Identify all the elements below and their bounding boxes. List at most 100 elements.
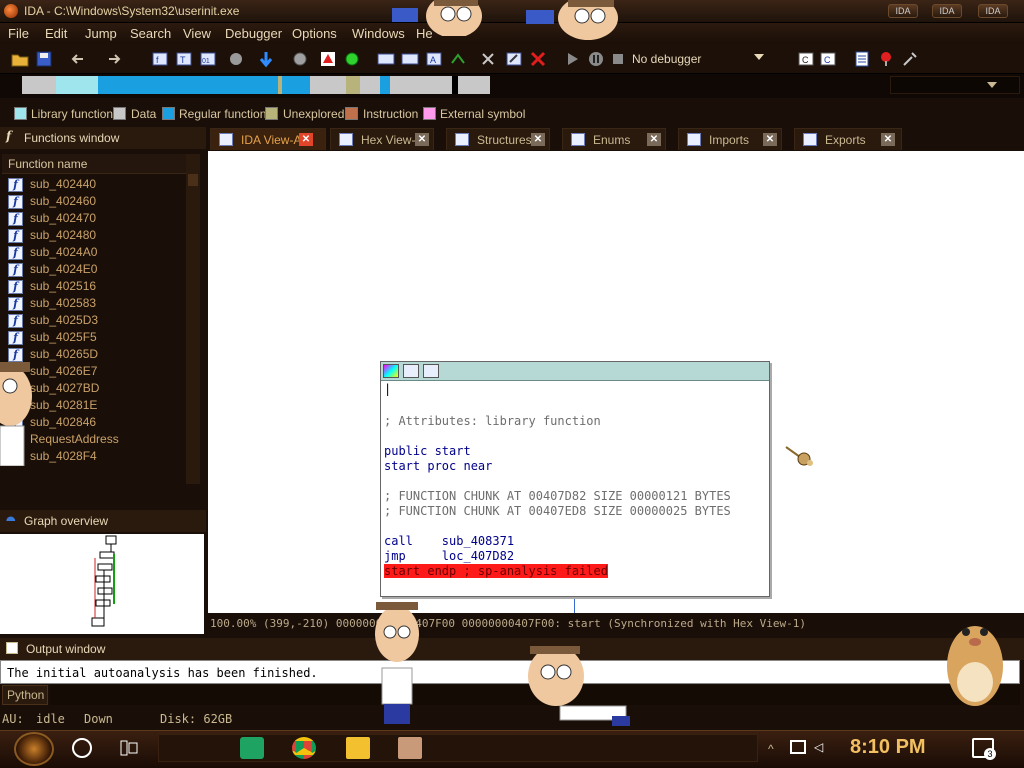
notepad-icon[interactable]	[852, 49, 872, 69]
close-icon[interactable]: ✕	[647, 133, 661, 146]
nav-segment-regular-2	[282, 76, 310, 94]
function-list-item[interactable]: f sub_402516	[6, 278, 186, 295]
open-file-icon[interactable]	[10, 49, 30, 69]
proc-directive[interactable]: start proc near	[384, 459, 492, 473]
pause-debug-icon[interactable]	[586, 49, 606, 69]
nav-segment-regular-3	[380, 76, 390, 94]
function-icon: f	[8, 280, 23, 294]
functions-scrollbar[interactable]	[186, 154, 200, 484]
menu-edit[interactable]: Edit	[45, 26, 67, 41]
menu-search[interactable]: Search	[130, 26, 171, 41]
hamster-pet	[940, 604, 1010, 708]
tray-overflow-icon[interactable]: ^	[768, 742, 778, 756]
back-arrow-icon[interactable]	[68, 49, 88, 69]
tools-icon[interactable]	[900, 49, 920, 69]
close-icon[interactable]: ✕	[881, 133, 895, 146]
call-instruction[interactable]: call sub_408371	[384, 534, 514, 548]
run-status-icon[interactable]	[342, 49, 362, 69]
clock[interactable]: 8:10 PM	[850, 736, 926, 759]
chevron-down-icon	[754, 54, 764, 60]
sheets-icon[interactable]	[240, 737, 264, 759]
tab-enums[interactable]: Enums ✕	[562, 128, 666, 150]
task-view-icon[interactable]	[120, 740, 138, 756]
detach-icon[interactable]: C	[818, 49, 838, 69]
tab-structures[interactable]: Structures ✕	[446, 128, 550, 150]
function-chunk-2: ; FUNCTION CHUNK AT 00407ED8 SIZE 000000…	[384, 504, 731, 518]
close-button[interactable]: IDA	[978, 4, 1008, 18]
menu-debugger[interactable]: Debugger	[225, 26, 282, 41]
node-color-icon[interactable]	[383, 364, 399, 378]
hide-icon[interactable]	[478, 49, 498, 69]
function-list-item[interactable]: f sub_402440	[6, 176, 186, 193]
close-icon[interactable]: ✕	[531, 133, 545, 146]
edit-icon[interactable]	[504, 49, 524, 69]
function-list-item[interactable]: f sub_4025F5	[6, 329, 186, 346]
scroll-thumb[interactable]	[188, 174, 198, 186]
stop-debug-icon[interactable]	[608, 49, 628, 69]
app-avatar-icon[interactable]	[398, 737, 422, 759]
breakpoint-icon[interactable]	[876, 49, 896, 69]
navigation-band[interactable]	[22, 76, 490, 94]
function-list-item[interactable]: f sub_402460	[6, 193, 186, 210]
close-icon[interactable]: ✕	[299, 133, 313, 146]
ascii-icon[interactable]: A	[424, 49, 444, 69]
function-list-item[interactable]: f sub_402470	[6, 210, 186, 227]
ida-app-icon[interactable]	[4, 4, 18, 18]
function-list-item[interactable]: f sub_402480	[6, 227, 186, 244]
menu-file[interactable]: File	[8, 26, 29, 41]
code-icon[interactable]	[376, 49, 396, 69]
function-name: sub_4024A0	[30, 245, 98, 259]
script-icon[interactable]	[290, 49, 310, 69]
start-debug-icon[interactable]	[562, 49, 582, 69]
jmp-instruction[interactable]: jmp loc_407D82	[384, 549, 514, 563]
function-list-item[interactable]: f sub_4024A0	[6, 244, 186, 261]
file-explorer-icon[interactable]	[346, 737, 370, 759]
tab-imports[interactable]: Imports ✕	[678, 128, 782, 150]
segment-select[interactable]	[890, 76, 1020, 94]
tab-ida-view-a[interactable]: IDA View-A ✕	[210, 128, 326, 150]
forward-arrow-icon[interactable]	[104, 49, 124, 69]
action-center-icon[interactable]: 3	[972, 738, 996, 760]
volume-muted-icon[interactable]: ◁	[814, 740, 830, 754]
node-group-icon[interactable]	[423, 364, 439, 378]
patch-icon[interactable]	[226, 49, 246, 69]
python-button[interactable]: Python	[2, 685, 48, 705]
delete-icon[interactable]	[528, 49, 548, 69]
jump-down-icon[interactable]	[256, 49, 276, 69]
function-list-item[interactable]: f sub_402583	[6, 295, 186, 312]
graph-node-start[interactable]: | ; Attributes: library function public …	[380, 361, 770, 597]
close-icon[interactable]: ✕	[763, 133, 777, 146]
attach-icon[interactable]: C	[796, 49, 816, 69]
text-search-icon[interactable]: T	[174, 49, 194, 69]
function-name-column-header[interactable]: Function name	[2, 154, 188, 174]
menu-jump[interactable]: Jump	[85, 26, 117, 41]
graph-overview[interactable]	[0, 534, 204, 634]
debugger-select[interactable]: No debugger	[628, 50, 768, 68]
public-directive[interactable]: public start	[384, 444, 471, 458]
network-icon[interactable]	[790, 740, 806, 754]
node-rename-icon[interactable]	[403, 364, 419, 378]
chrome-icon[interactable]	[292, 737, 316, 759]
array-icon[interactable]	[448, 49, 468, 69]
function-list-item[interactable]: f sub_4025D3	[6, 312, 186, 329]
close-icon[interactable]: ✕	[415, 133, 429, 146]
menu-options[interactable]: Options	[292, 26, 337, 41]
data-icon[interactable]	[400, 49, 420, 69]
maximize-button[interactable]: IDA	[932, 4, 962, 18]
tab-exports[interactable]: Exports ✕	[794, 128, 902, 150]
save-icon[interactable]	[34, 49, 54, 69]
search-icon[interactable]	[72, 738, 92, 758]
endp-error-line[interactable]: start endp ; sp-analysis failed	[384, 564, 608, 578]
minimize-button[interactable]: IDA	[888, 4, 918, 18]
status-line-text: 100.00% (399,-210) 000000000000407F00 00…	[210, 617, 807, 630]
function-list-item[interactable]: f sub_4024E0	[6, 261, 186, 278]
warning-icon[interactable]	[318, 49, 338, 69]
binary-search-icon[interactable]: 01	[198, 49, 218, 69]
ida-view-status-line: 100.00% (399,-210) 000000000000407F00 00…	[208, 613, 1024, 634]
window-title: IDA - C:\Windows\System32\userinit.exe	[24, 4, 240, 18]
output-window[interactable]: The initial autoanalysis has been finish…	[0, 660, 1020, 684]
start-button[interactable]	[14, 732, 54, 766]
menu-view[interactable]: View	[183, 26, 211, 41]
tab-hex-view-1[interactable]: Hex View-1 ✕	[330, 128, 434, 150]
create-function-icon[interactable]: f	[150, 49, 170, 69]
